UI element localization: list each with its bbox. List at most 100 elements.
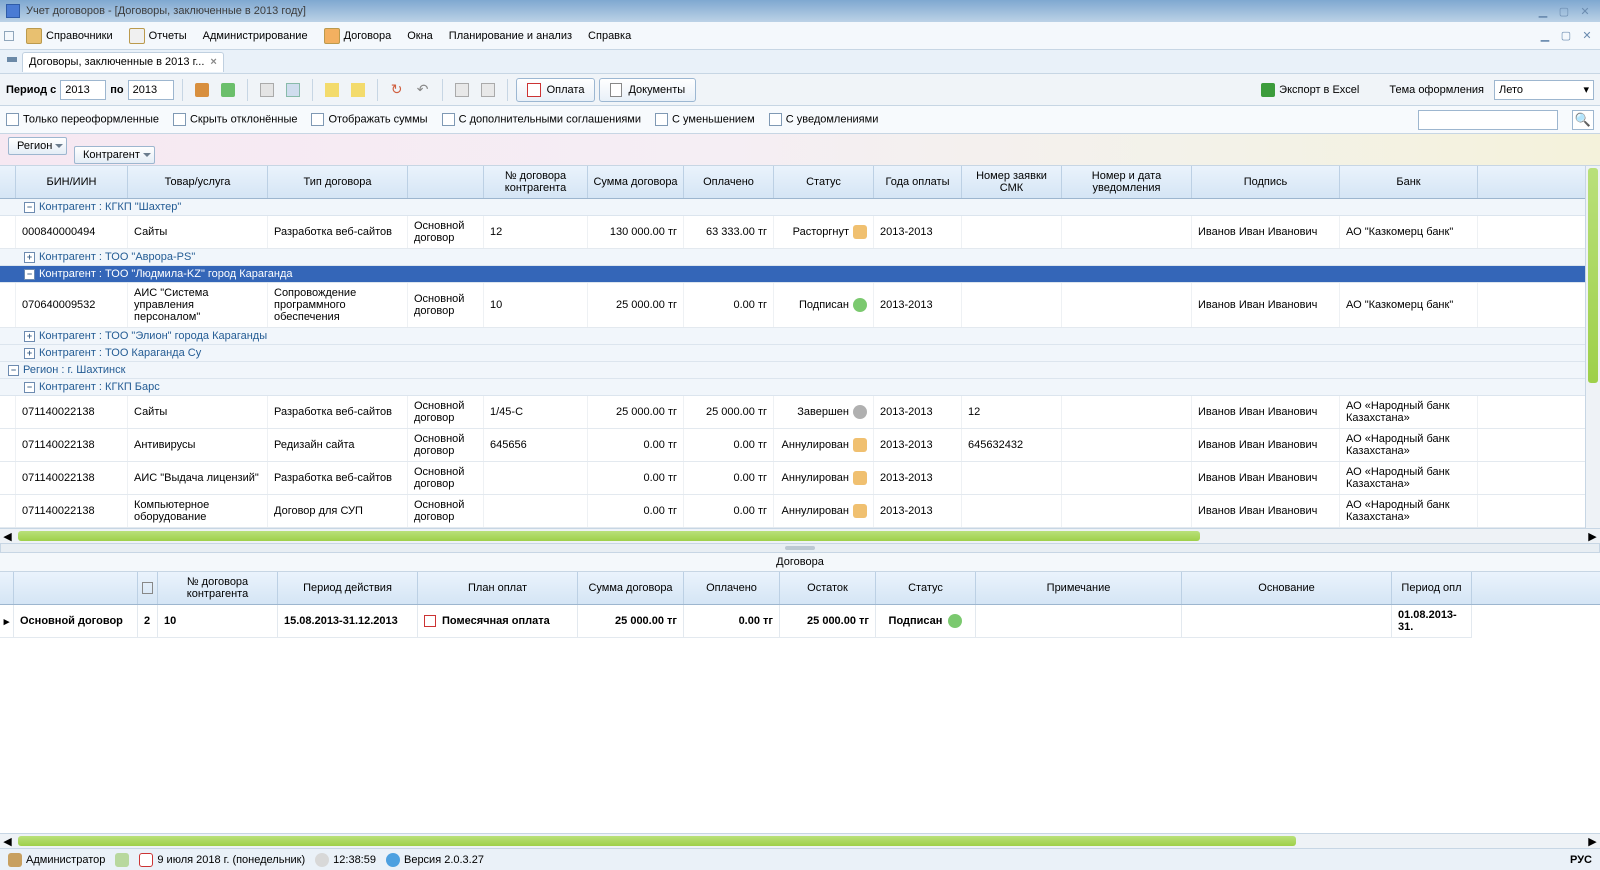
col-smk[interactable]: Номер заявки СМК [962, 166, 1062, 198]
table-row[interactable]: 071140022138Компьютерное оборудованиеДог… [0, 495, 1585, 528]
col-paid[interactable]: Оплачено [684, 166, 774, 198]
export-excel-button[interactable]: Экспорт в Excel [1253, 81, 1367, 99]
excel-icon [1261, 83, 1275, 97]
mdi-close-button[interactable]: ✕ [1578, 29, 1596, 43]
collapse-icon[interactable]: − [8, 365, 19, 376]
period-from-input[interactable] [60, 80, 106, 100]
checkbox-icon [173, 113, 186, 126]
tb-btn-10[interactable] [477, 79, 499, 101]
table-row[interactable]: 071140022138АИС "Выдача лицензий"Разрабо… [0, 462, 1585, 495]
search-button[interactable]: 🔍 [1572, 110, 1594, 130]
tb-btn-1[interactable] [191, 79, 213, 101]
detail-header-row: № договора контрагента Период действия П… [0, 572, 1600, 605]
menu-help[interactable]: Справка [580, 28, 639, 44]
scroll-left-icon[interactable]: ◀ [0, 529, 15, 543]
col-years[interactable]: Года оплаты [874, 166, 962, 198]
filter-with-additional[interactable]: С дополнительными соглашениями [442, 113, 641, 126]
tb6-icon [351, 83, 365, 97]
table-row[interactable]: 071140022138СайтыРазработка веб-сайтовОс… [0, 396, 1585, 429]
collapse-icon[interactable]: − [24, 269, 35, 280]
tabstrip-dropdown-icon[interactable] [7, 57, 17, 67]
filter-with-notifications[interactable]: С уведомлениями [769, 113, 879, 126]
mdi-minimize-button[interactable]: ▁ [1536, 29, 1554, 43]
col-kind[interactable] [408, 166, 484, 198]
group-pill-region[interactable]: Регион [8, 137, 67, 155]
tb3-icon [260, 83, 274, 97]
filter-show-sums[interactable]: Отображать суммы [311, 113, 427, 126]
group-row[interactable]: −Контрагент : КГКП "Шахтер" [0, 199, 1585, 216]
vertical-scrollbar[interactable] [1585, 166, 1600, 528]
menubar-dropdown-icon[interactable] [4, 31, 14, 41]
tb-refresh-button[interactable]: ↻ [386, 79, 408, 101]
close-button[interactable]: ✕ [1576, 4, 1594, 18]
tab-close-icon[interactable]: × [210, 56, 216, 68]
group-row-region[interactable]: −Регион : г. Шахтинск [0, 362, 1585, 379]
group-row[interactable]: +Контрагент : ТОО "Элион" города Караган… [0, 328, 1585, 345]
tableility-row[interactable]: 000840000494 Сайты Разработка веб-сайтов… [0, 216, 1585, 249]
status-date: 9 июля 2018 г. (понедельник) [157, 854, 305, 866]
horizontal-scrollbar[interactable]: ◀ ▶ [0, 528, 1600, 543]
main-grid: БИН/ИИН Товар/услуга Тип договора № дого… [0, 166, 1600, 528]
scrollbar-thumb[interactable] [18, 836, 1296, 846]
tb-btn-5[interactable] [321, 79, 343, 101]
menubar[interactable]: Справочники Отчеты Администрирование Дог… [0, 22, 1600, 50]
group-row[interactable]: −Контрагент : КГКП Барс [0, 379, 1585, 396]
scroll-right-icon[interactable]: ▶ [1585, 834, 1600, 848]
tb-btn-2[interactable] [217, 79, 239, 101]
col-status[interactable]: Статус [774, 166, 874, 198]
col-notif[interactable]: Номер и дата уведомления [1062, 166, 1192, 198]
tab-contracts-2013[interactable]: Договоры, заключенные в 2013 г... × [22, 52, 224, 72]
menu-planning[interactable]: Планирование и анализ [441, 28, 580, 44]
payment-button[interactable]: Оплата [516, 78, 596, 102]
expand-icon[interactable]: + [24, 252, 35, 263]
calendar-icon [139, 853, 153, 867]
theme-combo[interactable]: Лето▾ [1494, 80, 1594, 100]
period-to-input[interactable] [128, 80, 174, 100]
splitter[interactable] [0, 543, 1600, 553]
menu-windows[interactable]: Окна [399, 28, 441, 44]
minimize-button[interactable]: ▁ [1534, 4, 1552, 18]
tb1-icon [195, 83, 209, 97]
group-row[interactable]: +Контрагент : ТОО Караганда Су [0, 345, 1585, 362]
group-row-selected[interactable]: −Контрагент : ТОО "Людмила-KZ" город Кар… [0, 266, 1585, 283]
scrollbar-thumb[interactable] [1588, 168, 1598, 383]
group-panel[interactable]: Регион Контрагент [0, 134, 1600, 166]
tb-btn-9[interactable] [451, 79, 473, 101]
mdi-restore-button[interactable]: ▢ [1557, 29, 1575, 43]
expand-icon[interactable]: + [24, 331, 35, 342]
collapse-icon[interactable]: − [24, 382, 35, 393]
scroll-right-icon[interactable]: ▶ [1585, 529, 1600, 543]
scroll-left-icon[interactable]: ◀ [0, 834, 15, 848]
col-sign[interactable]: Подпись [1192, 166, 1340, 198]
menu-admin[interactable]: Администрирование [195, 28, 316, 44]
expand-icon[interactable]: + [24, 348, 35, 359]
tb-btn-3[interactable] [256, 79, 278, 101]
scrollbar-thumb[interactable] [18, 531, 1200, 541]
table-row[interactable]: 071140022138АнтивирусыРедизайн сайтаОсно… [0, 429, 1585, 462]
menu-reports[interactable]: Отчеты [121, 26, 195, 46]
filter-hide-declined[interactable]: Скрыть отклонённые [173, 113, 297, 126]
group-pill-counterparty[interactable]: Контрагент [74, 146, 155, 164]
filter-with-decrease[interactable]: С уменьшением [655, 113, 755, 126]
status-completed-icon [853, 405, 867, 419]
menu-contracts[interactable]: Договора [316, 26, 400, 46]
tb-btn-6[interactable] [347, 79, 369, 101]
col-product[interactable]: Товар/услуга [128, 166, 268, 198]
menu-references[interactable]: Справочники [18, 26, 121, 46]
col-number[interactable]: № договора контрагента [484, 166, 588, 198]
table-row[interactable]: 070640009532 АИС "Система управления пер… [0, 283, 1585, 328]
search-input[interactable] [1418, 110, 1558, 130]
maximize-button[interactable]: ▢ [1555, 4, 1573, 18]
col-bin[interactable]: БИН/ИИН [16, 166, 128, 198]
documents-button[interactable]: Документы [599, 78, 696, 102]
detail-row[interactable]: ▸ Основной договор 2 10 15.08.2013-31.12… [0, 605, 1600, 638]
group-row[interactable]: +Контрагент : ТОО "Аврора-PS" [0, 249, 1585, 266]
col-contract-type[interactable]: Тип договора [268, 166, 408, 198]
col-sum[interactable]: Сумма договора [588, 166, 684, 198]
tb-btn-4[interactable] [282, 79, 304, 101]
detail-horizontal-scrollbar[interactable]: ◀ ▶ [0, 833, 1600, 848]
tb-undo-button[interactable]: ↶ [412, 79, 434, 101]
col-bank[interactable]: Банк [1340, 166, 1478, 198]
collapse-icon[interactable]: − [24, 202, 35, 213]
filter-only-re[interactable]: Только переоформленные [6, 113, 159, 126]
